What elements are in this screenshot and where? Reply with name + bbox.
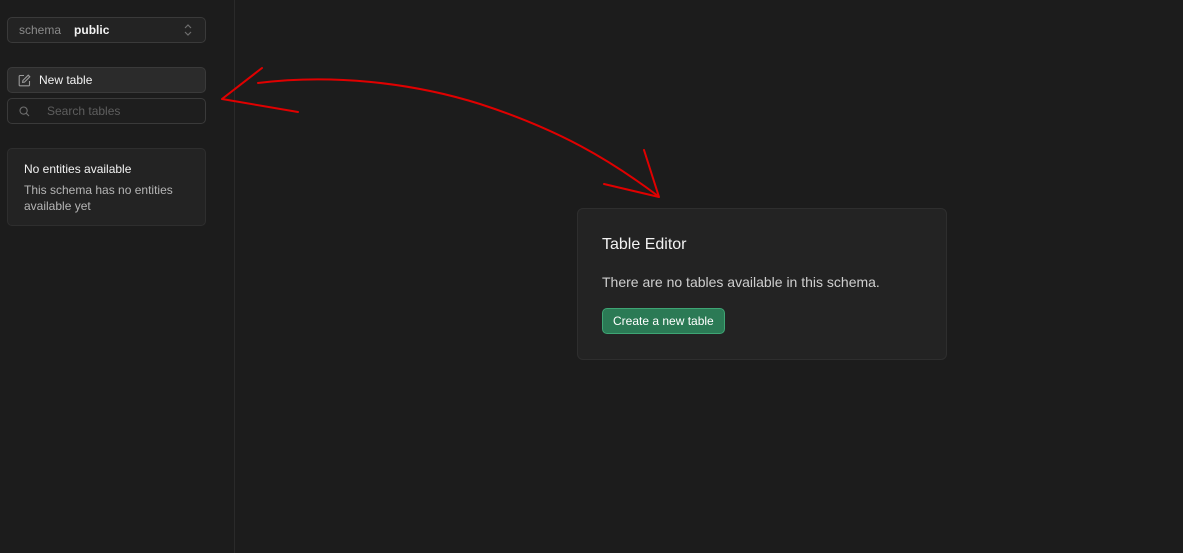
search-tables-input[interactable] (47, 104, 197, 118)
create-new-table-button[interactable]: Create a new table (602, 308, 725, 334)
schema-selector-value: public (74, 23, 110, 37)
schema-selector[interactable]: schema public (7, 17, 206, 43)
empty-state-title: No entities available (24, 162, 132, 176)
card-title: Table Editor (602, 236, 687, 253)
empty-state-card: No entities available This schema has no… (7, 148, 206, 226)
search-tables-field[interactable] (7, 98, 206, 124)
new-table-button[interactable]: New table (7, 67, 206, 93)
schema-selector-label: schema (19, 23, 62, 37)
sidebar: schema public New table No entities avai… (0, 0, 235, 553)
table-editor-app: schema public New table No entities avai… (0, 0, 1183, 553)
search-icon (19, 105, 30, 116)
edit-icon (18, 73, 31, 86)
card-message: There are no tables available in this sc… (602, 274, 880, 290)
empty-state-description: This schema has no entities available ye… (24, 183, 173, 213)
new-table-button-label: New table (39, 73, 93, 87)
chevron-up-down-icon (184, 24, 192, 36)
table-editor-card: Table Editor There are no tables availab… (577, 208, 947, 360)
